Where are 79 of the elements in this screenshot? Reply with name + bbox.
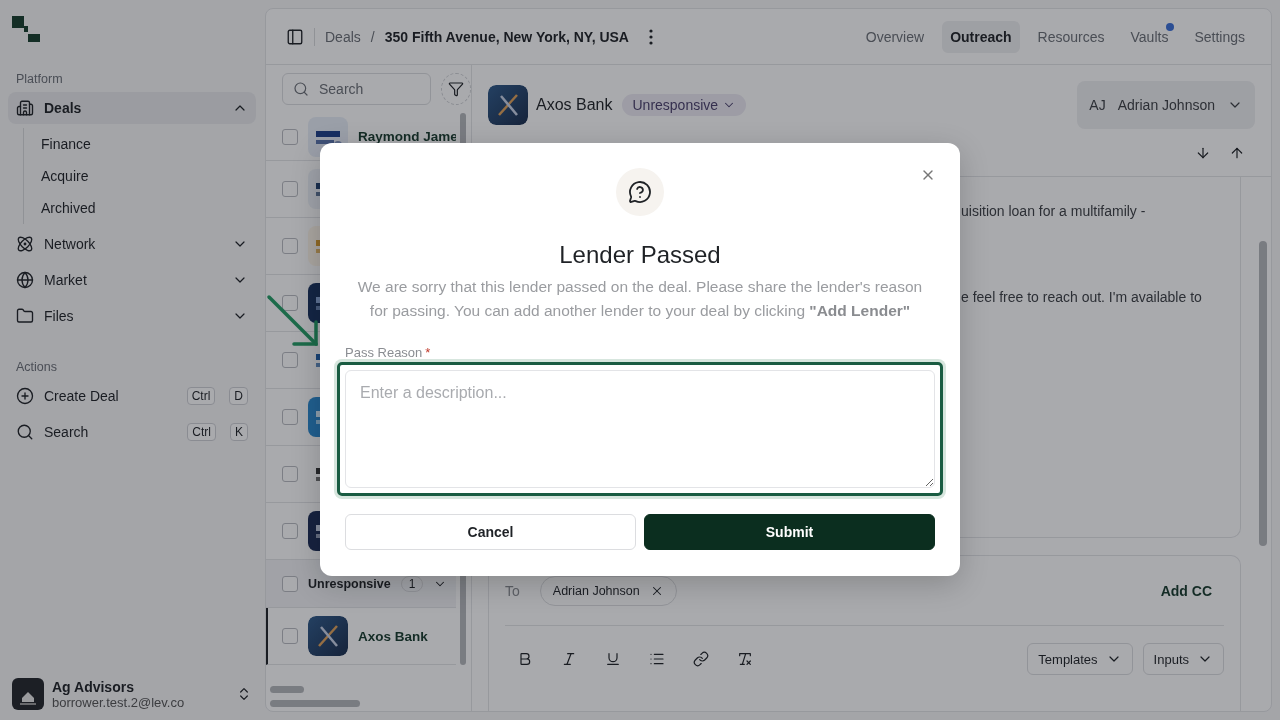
axos-logo-icon — [308, 616, 348, 656]
assignee-dropdown[interactable]: AJ Adrian Johnson — [1077, 81, 1255, 129]
checkbox[interactable] — [282, 409, 298, 425]
section-title: Platform — [15, 72, 64, 86]
link-icon — [693, 651, 709, 667]
globe-icon — [16, 271, 34, 289]
account-name: Ag Advisors — [52, 678, 135, 695]
nav-item[interactable]: Deals — [8, 92, 256, 124]
message-text: uisition loan for a multifamily - — [961, 203, 1147, 219]
folder-icon — [16, 307, 34, 325]
scrollbar[interactable] — [270, 700, 360, 707]
italic-icon — [561, 651, 577, 667]
shortcut-key: Ctrl — [187, 423, 216, 441]
group-name: Unresponsive — [308, 576, 391, 591]
checkbox[interactable] — [282, 295, 298, 311]
checkbox[interactable] — [282, 181, 298, 197]
checkbox[interactable] — [282, 352, 298, 368]
account-avatar — [12, 678, 44, 710]
nav-subitem[interactable]: Acquire — [41, 160, 256, 192]
shortcut-key: K — [230, 423, 248, 441]
menu-dropdown[interactable]: Templates — [1027, 643, 1133, 675]
pass-reason-field[interactable]: Enter a description... — [345, 370, 935, 488]
lender-title: Axos Bank — [536, 96, 613, 114]
checkbox[interactable] — [282, 128, 298, 145]
nav-tab[interactable]: Outreach — [942, 20, 1020, 53]
to-label: To — [505, 582, 520, 599]
shortcut-key: Ctrl — [186, 387, 216, 405]
section-title: Actions — [15, 360, 58, 374]
lender-row[interactable]: Axos Bank — [266, 608, 456, 665]
nav-tab[interactable]: Settings — [1186, 20, 1253, 53]
status-dropdown[interactable]: Unresponsive — [622, 94, 747, 116]
search-icon — [293, 81, 309, 97]
checkbox[interactable] — [282, 628, 298, 644]
question-bubble-icon — [628, 180, 652, 204]
checkbox[interactable] — [282, 523, 298, 539]
field-label: Pass Reason * — [345, 345, 431, 360]
scrollbar[interactable] — [1259, 241, 1267, 546]
list-icon — [649, 651, 665, 667]
nav-item[interactable]: Create Deal Ctrl D — [8, 380, 256, 412]
submit-button[interactable]: Submit — [644, 514, 935, 550]
menu-dropdown[interactable]: Inputs — [1142, 643, 1224, 675]
nav-tab[interactable]: Resources — [1029, 20, 1113, 53]
required-mark: * — [425, 345, 431, 360]
add-cc-link[interactable]: Add CC — [1160, 582, 1224, 599]
building-icon — [16, 99, 34, 117]
sidebar-toggle-icon — [286, 27, 304, 46]
underline-icon — [605, 651, 621, 667]
plus-circle-icon — [16, 387, 34, 405]
more-icon[interactable] — [649, 28, 653, 45]
scrollbar[interactable] — [270, 686, 304, 693]
atom-icon — [16, 235, 34, 253]
account-email: borrower.test.2@lev.co — [52, 694, 186, 710]
nav-subitem[interactable]: Finance — [41, 128, 256, 160]
nav-item[interactable]: Files — [8, 300, 256, 332]
dialog-title: Lender Passed — [559, 241, 721, 269]
app-logo — [12, 16, 40, 42]
nav-item[interactable]: Market — [8, 264, 256, 296]
shortcut-key: D — [229, 387, 248, 405]
search-icon — [16, 423, 34, 441]
lender-name: Axos Bank — [358, 628, 428, 644]
bold-icon — [517, 651, 533, 667]
nav-item[interactable]: Network — [8, 228, 256, 260]
search-field[interactable]: Search — [282, 73, 431, 105]
breadcrumb[interactable]: 350 Fifth Avenue, New York, NY, USA — [384, 28, 629, 45]
cancel-button[interactable]: Cancel — [345, 514, 636, 550]
clear-format-icon — [737, 651, 753, 667]
dialog-description: We are sorry that this lender passed on the deal. Please share the lender's reason for passing. You can add another lender to your deal by clicking "Add Lender" — [356, 277, 924, 321]
nav-subitem[interactable]: Archived — [41, 192, 256, 224]
checkbox[interactable] — [282, 575, 298, 592]
nav-item[interactable]: Search Ctrl K — [8, 416, 256, 448]
message-text: e feel free to reach out. I'm available to — [961, 289, 1203, 305]
checkbox[interactable] — [282, 466, 298, 482]
checkbox[interactable] — [282, 238, 298, 254]
axos-logo-icon — [488, 85, 528, 125]
breadcrumb-separator: / — [370, 28, 375, 45]
filter-icon — [447, 81, 464, 97]
breadcrumb[interactable]: Deals — [325, 28, 361, 45]
nav-tab[interactable]: Overview — [857, 20, 933, 53]
nav-tab[interactable]: Vaults — [1122, 20, 1177, 53]
